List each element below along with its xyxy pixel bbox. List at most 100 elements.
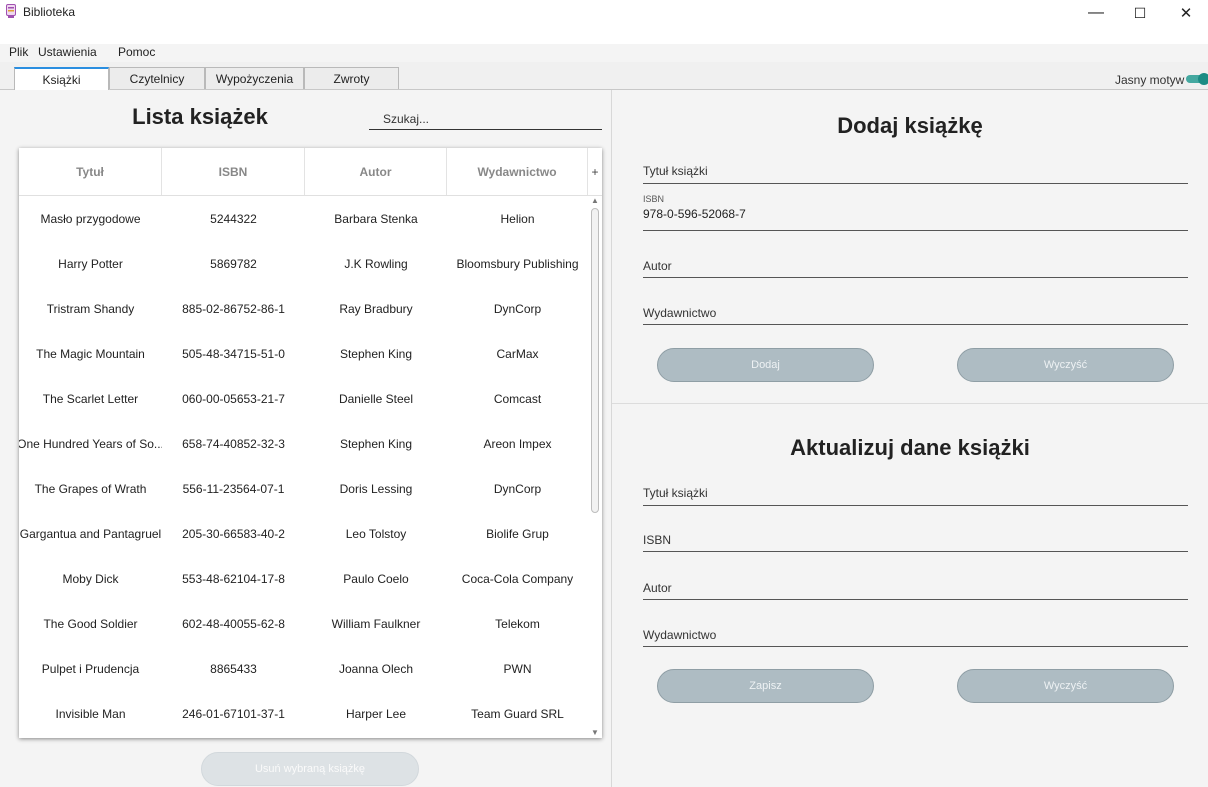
cell-title: Harry Potter: [58, 256, 123, 271]
cell-isbn: 060-00-05653-21-7: [182, 391, 285, 406]
table-row[interactable]: The Magic Mountain 505-48-34715-51-0 Steph…: [19, 331, 587, 376]
title-bar: Biblioteka — ☐ ✕: [0, 0, 1208, 44]
column-header-author[interactable]: Autor: [305, 148, 447, 195]
cell-publisher: DynCorp: [493, 301, 542, 316]
tab-books[interactable]: Książki: [14, 67, 109, 90]
cell-isbn: 553-48-62104-17-8: [182, 571, 285, 586]
minimize-button[interactable]: —: [1074, 0, 1118, 26]
cell-publisher: CarMax: [496, 346, 539, 361]
add-button[interactable]: Dodaj: [657, 348, 874, 382]
table-row[interactable]: Pulpet i Prudencja 8865433 Joanna Olech PWN: [19, 646, 587, 691]
update-isbn-field[interactable]: ISBN: [643, 527, 1188, 552]
table-row[interactable]: Moby Dick 553-48-62104-17-8 Paulo Coelo Coc…: [19, 556, 587, 601]
update-book-title: Aktualizuj dane książki: [790, 435, 1030, 460]
table-row[interactable]: Masło przygodowe 5244322 Barbara Stenka Hel…: [19, 196, 587, 241]
cell-author: Barbara Stenka: [334, 211, 418, 226]
update-isbn-label: ISBN: [643, 533, 672, 547]
add-title-field[interactable]: Tytuł książki: [643, 158, 1188, 184]
update-title-label: Tytuł książki: [643, 486, 708, 500]
table-row[interactable]: Harry Potter 5869782 J.K Rowling Bloomsbury…: [19, 241, 587, 286]
cell-isbn: 602-48-40055-62-8: [182, 616, 285, 631]
cell-title: Invisible Man: [55, 706, 126, 721]
cell-isbn: 505-48-34715-51-0: [182, 346, 285, 361]
cell-isbn: 246-01-67101-37-1: [182, 706, 285, 721]
scroll-down-icon[interactable]: ▼: [589, 728, 601, 738]
add-author-field[interactable]: Autor: [643, 253, 1188, 278]
cell-title: Moby Dick: [62, 571, 119, 586]
column-header-publisher[interactable]: Wydawnictwo: [447, 148, 588, 195]
cell-author: Leo Tolstoy: [345, 526, 407, 541]
books-table: Tytuł ISBN Autor Wydawnictwo + Masło prz…: [19, 148, 602, 738]
table-row[interactable]: The Grapes of Wrath 556-11-23564-07-1 Dori…: [19, 466, 587, 511]
cell-publisher: Team Guard SRL: [471, 706, 564, 721]
section-divider: [612, 403, 1208, 404]
cell-publisher: Bloomsbury Publishing: [456, 256, 579, 271]
scroll-up-icon[interactable]: ▲: [589, 196, 601, 206]
cell-publisher: Helion: [500, 211, 535, 226]
menu-help[interactable]: Pomoc: [118, 45, 155, 59]
scroll-thumb[interactable]: [591, 208, 599, 513]
table-row[interactable]: The Good Soldier 602-48-40055-62-8 William…: [19, 601, 587, 646]
theme-label: Jasny motyw: [1115, 73, 1185, 87]
update-publisher-label: Wydawnictwo: [643, 628, 717, 642]
cell-publisher: Coca-Cola Company: [461, 571, 574, 586]
save-button[interactable]: Zapisz: [657, 669, 874, 703]
cell-publisher: PWN: [503, 661, 532, 676]
tab-returns[interactable]: Zwroty: [304, 67, 399, 89]
cell-author: Stephen King: [339, 436, 413, 451]
cell-author: J.K Rowling: [344, 256, 408, 271]
cell-publisher: Biolife Grup: [486, 526, 549, 541]
maximize-button[interactable]: ☐: [1118, 0, 1162, 26]
cell-isbn: 5244322: [210, 211, 257, 226]
column-menu-button[interactable]: +: [588, 148, 602, 195]
app-icon: [6, 4, 16, 18]
cell-title: Masło przygodowe: [40, 211, 141, 226]
column-header-isbn[interactable]: ISBN: [162, 148, 305, 195]
tab-readers[interactable]: Czytelnicy: [109, 67, 205, 89]
cell-author: William Faulkner: [331, 616, 421, 631]
delete-book-button[interactable]: Usuń wybraną książkę: [201, 752, 419, 786]
search-input[interactable]: [369, 108, 602, 130]
table-row[interactable]: Gargantua and Pantagruel 205-30-66583-40-…: [19, 511, 587, 556]
cell-publisher: Telekom: [495, 616, 540, 631]
add-clear-button[interactable]: Wyczyść: [957, 348, 1174, 382]
cell-isbn: 8865433: [210, 661, 257, 676]
cell-title: One Hundred Years of So...: [19, 436, 162, 451]
table-header: Tytuł ISBN Autor Wydawnictwo +: [19, 148, 602, 196]
cell-author: Danielle Steel: [338, 391, 414, 406]
table-row[interactable]: Invisible Man 246-01-67101-37-1 Harper Lee…: [19, 691, 587, 736]
cell-title: Tristram Shandy: [46, 301, 135, 316]
update-clear-button[interactable]: Wyczyść: [957, 669, 1174, 703]
cell-author: Stephen King: [339, 346, 413, 361]
cell-publisher: Areon Impex: [483, 436, 552, 451]
update-publisher-field[interactable]: Wydawnictwo: [643, 622, 1188, 647]
update-author-field[interactable]: Autor: [643, 575, 1188, 600]
add-isbn-field[interactable]: ISBN 978-0-596-52068-7: [643, 194, 1188, 231]
cell-title: Pulpet i Prudencja: [41, 661, 140, 676]
window-title: Biblioteka: [23, 5, 76, 19]
cell-title: The Grapes of Wrath: [34, 481, 147, 496]
update-title-field[interactable]: Tytuł książki: [643, 480, 1188, 506]
table-row[interactable]: Tristram Shandy 885-02-86752-86-1 Ray Brad…: [19, 286, 587, 331]
cell-title: The Scarlet Letter: [42, 391, 139, 406]
add-author-label: Autor: [643, 259, 672, 273]
cell-isbn: 5869782: [210, 256, 257, 271]
close-button[interactable]: ✕: [1164, 0, 1208, 26]
table-scrollbar[interactable]: ▲ ▼: [589, 196, 601, 738]
table-row[interactable]: The Scarlet Letter 060-00-05653-21-7 Danie…: [19, 376, 587, 421]
cell-author: Joanna Olech: [338, 661, 414, 676]
add-isbn-label: ISBN: [643, 194, 665, 204]
add-publisher-label: Wydawnictwo: [643, 306, 717, 320]
column-header-title[interactable]: Tytuł: [19, 148, 162, 195]
cell-title: The Magic Mountain: [36, 346, 145, 361]
tab-loans[interactable]: Wypożyczenia: [205, 67, 304, 89]
menu-settings[interactable]: Ustawienia: [38, 45, 97, 59]
theme-toggle[interactable]: [1186, 73, 1208, 85]
cell-publisher: Comcast: [493, 391, 542, 406]
add-publisher-field[interactable]: Wydawnictwo: [643, 300, 1188, 325]
add-isbn-value: 978-0-596-52068-7: [643, 207, 746, 221]
list-title: Lista książek: [132, 104, 268, 129]
menu-file[interactable]: Plik: [9, 45, 28, 59]
table-row[interactable]: One Hundred Years of So... 658-74-40852-3…: [19, 421, 587, 466]
add-book-title: Dodaj książkę: [837, 113, 983, 138]
